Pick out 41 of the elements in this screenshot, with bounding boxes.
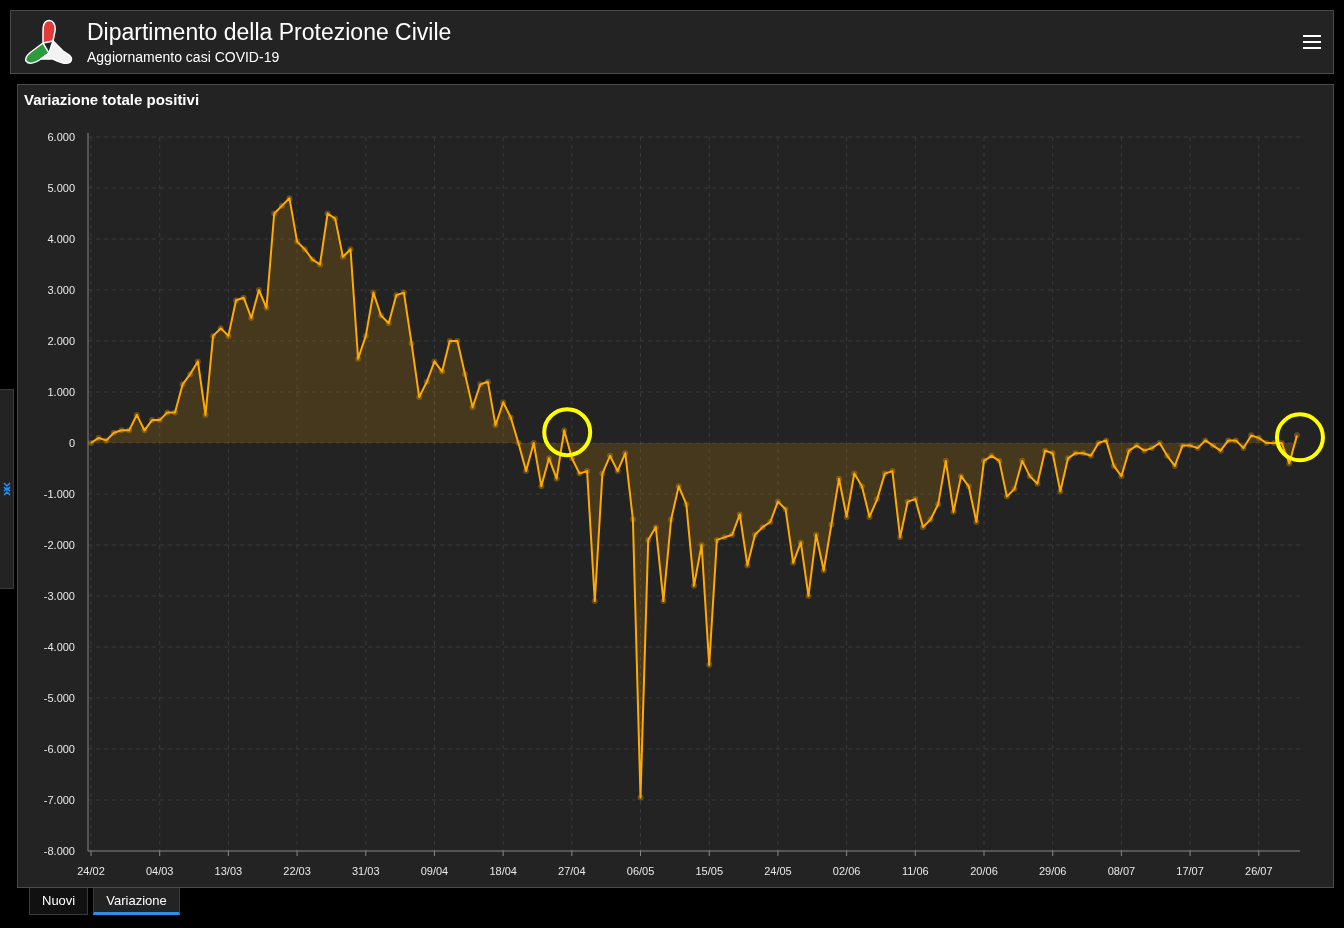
x-tick-label: 22/03: [283, 865, 311, 877]
y-tick-label: -6.000: [43, 743, 75, 755]
y-tick-label: 0: [68, 437, 75, 449]
tab[interactable]: Variazione: [93, 888, 180, 915]
x-tick-label: 18/04: [489, 865, 517, 877]
x-tick-label: 15/05: [695, 865, 723, 877]
y-tick-label: -7.000: [43, 794, 75, 806]
menu-icon[interactable]: [1303, 34, 1321, 50]
x-tick-label: 20/06: [970, 865, 998, 877]
x-tick-label: 08/07: [1107, 865, 1136, 877]
y-tick-label: 6.000: [47, 131, 75, 143]
x-tick-label: 26/07: [1245, 865, 1273, 877]
y-tick-label: 1.000: [47, 386, 75, 398]
x-tick-label: 17/07: [1176, 865, 1204, 877]
y-tick-label: 3.000: [47, 284, 75, 296]
tab[interactable]: Nuovi: [29, 888, 89, 915]
logo-icon: [23, 19, 75, 65]
y-tick-label: -1.000: [43, 488, 75, 500]
app-title: Dipartimento della Protezione Civile: [87, 19, 453, 45]
y-tick-label: 5.000: [47, 182, 75, 194]
x-tick-label: 04/03: [145, 865, 174, 877]
x-tick-label: 13/03: [214, 865, 243, 877]
chart-title: Variazione totale positivi: [23, 90, 201, 110]
y-tick-label: -5.000: [43, 692, 75, 704]
app-subtitle: Aggiornamento casi COVID-19: [87, 49, 281, 65]
y-tick-label: -3.000: [43, 590, 75, 602]
x-tick-label: 27/04: [558, 865, 586, 877]
x-tick-label: 29/06: [1038, 865, 1067, 877]
x-tick-label: 02/06: [832, 865, 861, 877]
y-tick-label: 4.000: [47, 233, 75, 245]
y-tick-label: -4.000: [43, 641, 75, 653]
x-tick-label: 24/05: [764, 865, 792, 877]
y-tick-label: -2.000: [43, 539, 75, 551]
x-tick-label: 09/04: [420, 865, 449, 877]
y-tick-label: 2.000: [47, 335, 75, 347]
x-tick-label: 24/02: [77, 865, 105, 877]
x-tick-label: 31/03: [352, 865, 380, 877]
y-tick-label: -8.000: [43, 845, 75, 857]
chevrons-icon: [2, 482, 11, 496]
x-tick-label: 11/06: [901, 865, 929, 877]
x-tick-label: 06/05: [626, 865, 655, 877]
